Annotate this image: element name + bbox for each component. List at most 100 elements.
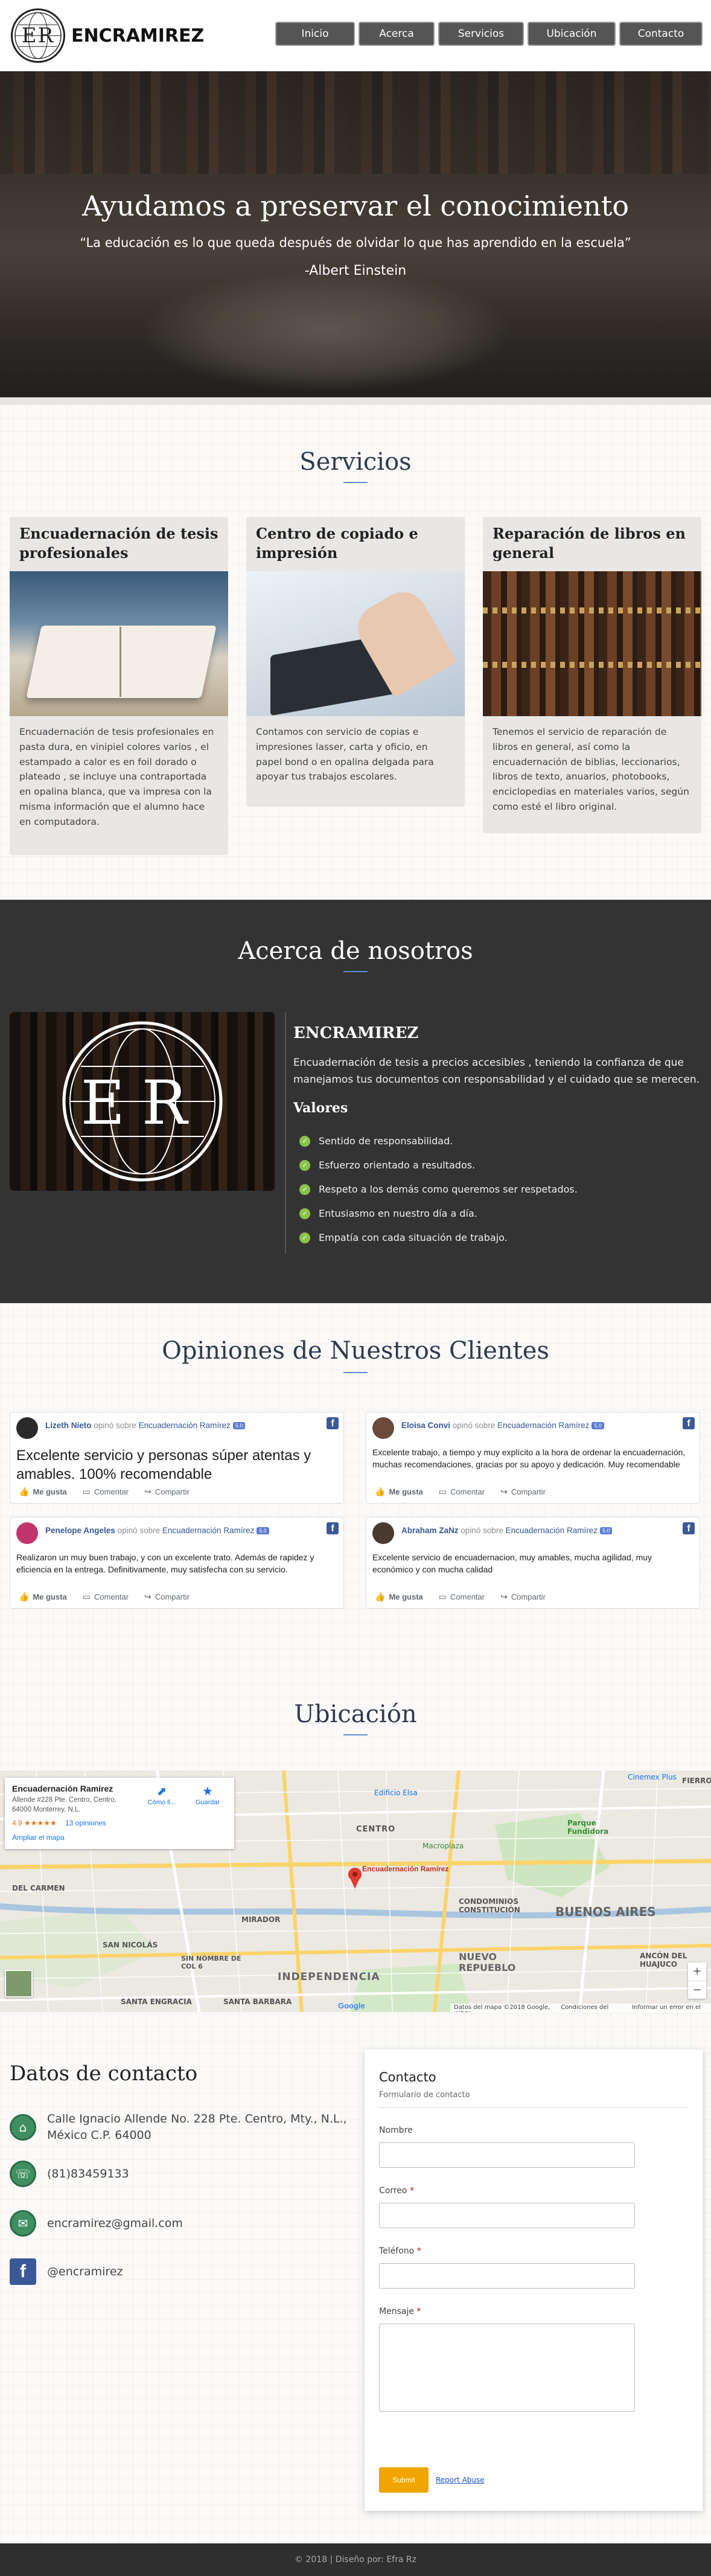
service-card-reparacion: Reparación de libros en general Tenemos …: [483, 517, 701, 833]
comment-label: Comentar: [450, 1592, 485, 1601]
map-label: CENTRO: [356, 1825, 396, 1834]
like-button[interactable]: 👍 Me gusta: [375, 1592, 423, 1602]
avatar[interactable]: [372, 1417, 394, 1439]
map-marker-label[interactable]: Encuadernación Ramírez: [362, 1865, 448, 1873]
page-link[interactable]: Encuadernación Ramírez: [497, 1421, 589, 1430]
share-icon: ↪: [500, 1487, 508, 1496]
nav-acerca[interactable]: Acerca: [359, 22, 435, 46]
rating-badge: 5.0: [591, 1422, 604, 1430]
zoom-out-button[interactable]: −: [688, 1981, 706, 1999]
share-icon: ↪: [500, 1592, 508, 1601]
share-button[interactable]: ↪ Compartir: [144, 1592, 190, 1602]
message-field[interactable]: [379, 2324, 635, 2412]
reviewer-name[interactable]: Lizeth Nieto: [45, 1421, 92, 1430]
like-button[interactable]: 👍 Me gusta: [19, 1487, 67, 1497]
reviewer-name[interactable]: Abraham ZaNz: [401, 1526, 459, 1535]
zoom-in-button[interactable]: +: [688, 1962, 706, 1981]
like-button[interactable]: 👍 Me gusta: [375, 1487, 423, 1497]
facebook-icon[interactable]: f: [683, 1417, 695, 1429]
value-item: ✓ Sentido de responsabilidad.: [299, 1135, 453, 1147]
page-link[interactable]: Encuadernación Ramírez: [139, 1421, 231, 1430]
hero-title: Ayudamos a preservar el conocimiento: [81, 190, 630, 222]
comment-button[interactable]: ▭ Comentar: [439, 1487, 485, 1497]
facebook-text[interactable]: @encramirez: [47, 2264, 123, 2280]
directions-label: Cómo ll...: [147, 1799, 176, 1806]
share-button[interactable]: ↪ Compartir: [144, 1487, 190, 1497]
place-rating: 4.9 ★★★★★: [12, 1819, 57, 1827]
main-nav: Inicio Acerca Servicios Ubicación Contac…: [275, 22, 703, 46]
share-icon: ↪: [144, 1592, 151, 1601]
map-label: INDEPENDENCIA: [278, 1971, 380, 1983]
reviewer-name[interactable]: Eloisa Convi: [401, 1421, 450, 1430]
share-button[interactable]: ↪ Compartir: [500, 1592, 546, 1602]
avatar[interactable]: [16, 1417, 38, 1439]
phone-text[interactable]: (81)83459133: [47, 2166, 129, 2182]
phone-field[interactable]: [379, 2263, 635, 2289]
like-label: Me gusta: [389, 1487, 423, 1496]
save-place-button[interactable]: ★ Guardar: [190, 1784, 226, 1806]
facebook-icon[interactable]: f: [10, 2258, 36, 2285]
logo[interactable]: ER: [11, 8, 65, 63]
submit-button[interactable]: Submit: [379, 2467, 429, 2493]
brand-name[interactable]: ENCRAMIREZ: [71, 25, 204, 46]
title-underline: [343, 971, 368, 972]
comment-button[interactable]: ▭ Comentar: [83, 1592, 129, 1602]
directions-button[interactable]: ⬈ Cómo ll...: [144, 1784, 180, 1806]
about-section: Acerca de nosotros ER ENCRAMIREZ Encuade…: [0, 900, 711, 1303]
share-icon: ↪: [144, 1487, 151, 1496]
comment-button[interactable]: ▭ Comentar: [439, 1592, 485, 1602]
report-error-link[interactable]: Informar un error en el mapa: [632, 2004, 707, 2012]
hero-overlay: [0, 71, 711, 397]
nav-ubicacion[interactable]: Ubicación: [528, 22, 616, 46]
map-label: SAN NICOLÁS: [103, 1941, 158, 1949]
hero-quote-author: -Albert Einstein: [304, 263, 407, 278]
message-label: Mensaje *: [379, 2307, 421, 2316]
nav-servicios[interactable]: Servicios: [438, 22, 524, 46]
email-field[interactable]: [379, 2203, 635, 2228]
review-text: Excelente trabajo, a tiempo y muy explíc…: [372, 1447, 686, 1470]
comment-label: Comentar: [94, 1487, 129, 1496]
google-map[interactable]: Encuadernación Ramírez CENTRO DEL CARMEN…: [0, 1770, 711, 2012]
map-label: SANTA ENGRACIA: [121, 1998, 192, 2006]
rating-badge: 5.0: [257, 1527, 269, 1535]
terms-link[interactable]: Condiciones del servicio: [561, 2004, 623, 2012]
star-icon: ★: [202, 1785, 213, 1798]
rating-badge: 5.0: [232, 1422, 246, 1430]
report-abuse-link[interactable]: Report Abuse: [436, 2476, 485, 2484]
review-text: Excelente servicio de encuadernacion, mu…: [372, 1552, 652, 1575]
page-link[interactable]: Encuadernación Ramírez: [162, 1526, 254, 1535]
share-button[interactable]: ↪ Compartir: [500, 1487, 546, 1497]
facebook-icon[interactable]: f: [327, 1417, 339, 1429]
comment-icon: ▭: [438, 1592, 447, 1601]
like-button[interactable]: 👍 Me gusta: [19, 1592, 67, 1602]
share-label: Compartir: [155, 1592, 190, 1601]
hero-banner: Ayudamos a preservar el conocimiento “La…: [0, 71, 711, 397]
nav-inicio[interactable]: Inicio: [275, 22, 355, 46]
facebook-icon[interactable]: f: [327, 1522, 339, 1534]
divider: [379, 2107, 688, 2108]
enlarge-map-link[interactable]: Ampliar el mapa: [12, 1833, 65, 1842]
check-icon: ✓: [299, 1232, 310, 1243]
map-label: FIERRO: [682, 1777, 711, 1785]
review-card: Lizeth Nieto opinó sobre Encuadernación …: [10, 1412, 344, 1504]
place-name: Encuadernación Ramírez: [12, 1784, 113, 1793]
review-actions: 👍 Me gusta ▭ Comentar ↪ Compartir: [19, 1592, 190, 1602]
value-text: Esfuerzo orientado a resultados.: [319, 1159, 476, 1171]
avatar[interactable]: [16, 1522, 38, 1544]
nav-contacto[interactable]: Contacto: [619, 22, 703, 46]
like-icon: 👍: [19, 1592, 30, 1601]
review-verb: opinó sobre: [452, 1421, 496, 1430]
email-text[interactable]: encramirez@gmail.com: [47, 2216, 183, 2232]
avatar[interactable]: [372, 1522, 394, 1544]
satellite-toggle[interactable]: [5, 1970, 33, 1998]
page-link[interactable]: Encuadernación Ramírez: [506, 1526, 598, 1535]
name-field[interactable]: [379, 2142, 635, 2168]
comment-button[interactable]: ▭ Comentar: [83, 1487, 129, 1497]
facebook-icon[interactable]: f: [683, 1522, 695, 1534]
contact-phone: ☏ (81)83459133: [10, 2161, 129, 2187]
comment-icon: ▭: [438, 1487, 447, 1496]
reviewer-name[interactable]: Penelope Angeles: [45, 1526, 115, 1535]
reviews-link[interactable]: 13 opiniones: [65, 1819, 106, 1827]
about-description: Encuadernación de tesis a precios accesi…: [293, 1057, 700, 1086]
about-title: Acerca de nosotros: [238, 937, 473, 965]
